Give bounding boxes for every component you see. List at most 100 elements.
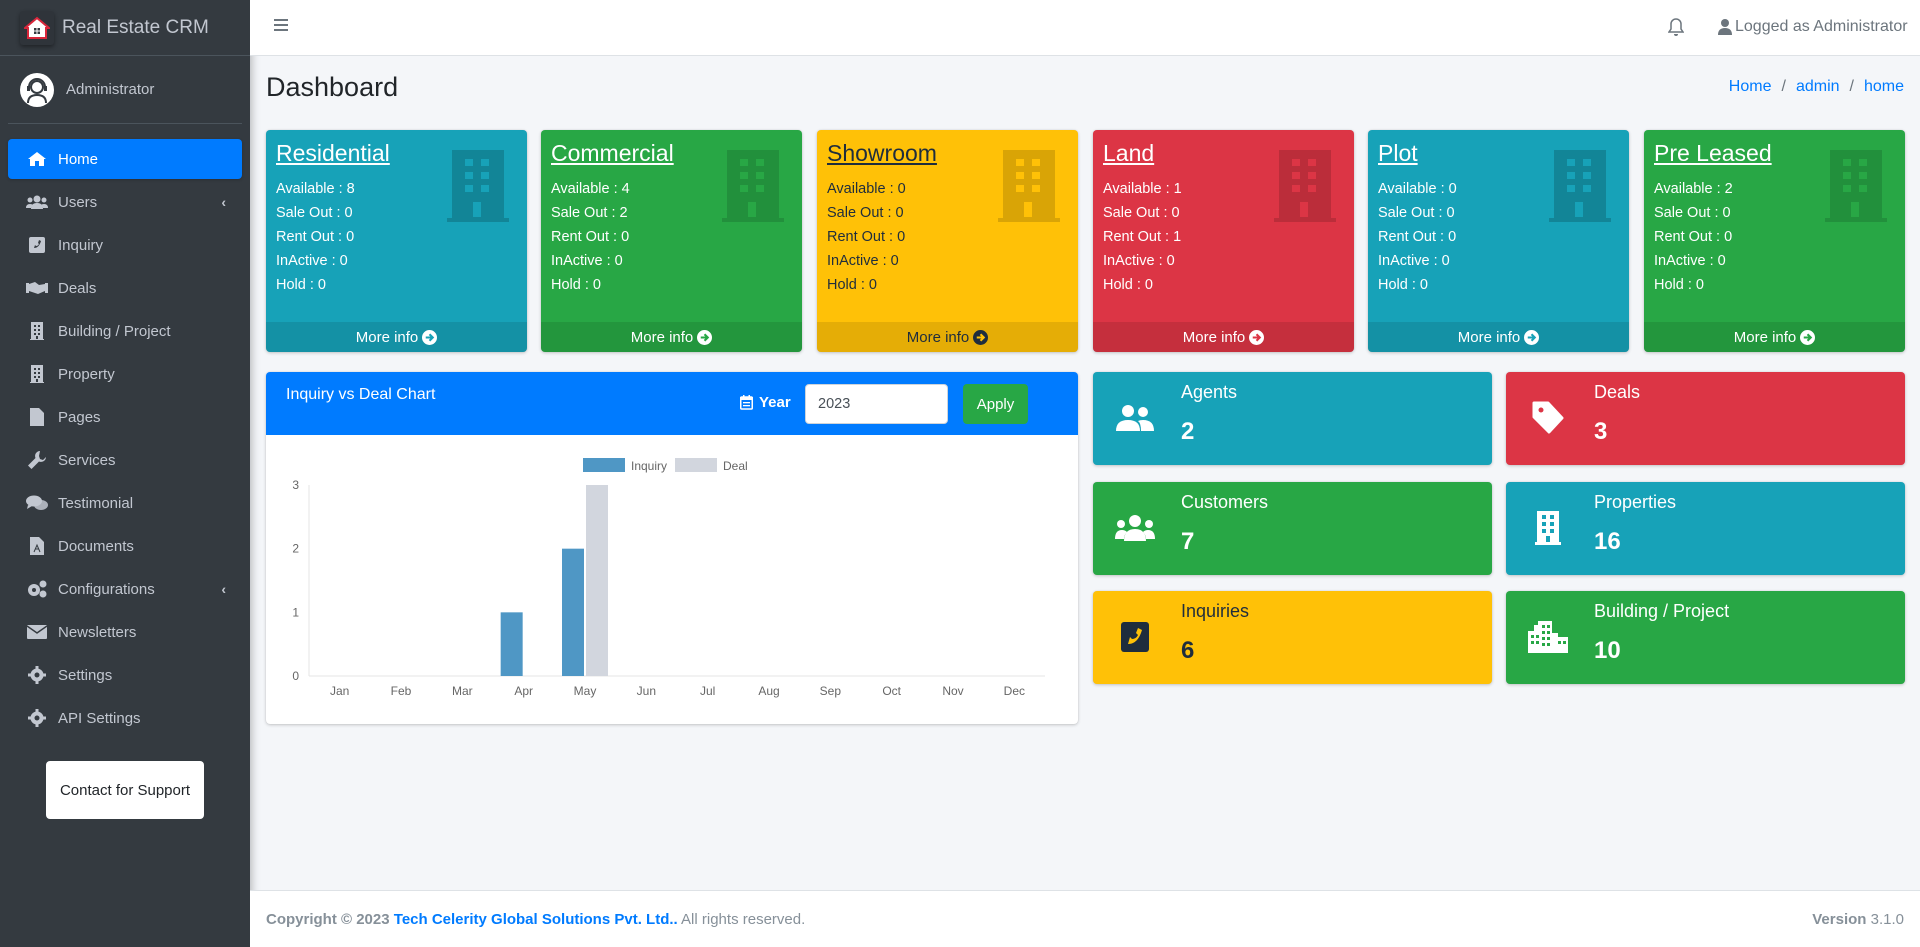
property-stat-inactive: InActive : 0 xyxy=(1654,253,1726,269)
avatar xyxy=(20,72,54,107)
apply-button[interactable]: Apply xyxy=(963,384,1028,424)
building-icon xyxy=(447,150,509,226)
comments-icon xyxy=(26,494,48,512)
sidebar-nav: Home Users ‹ Inquiry Deals Building / Pr… xyxy=(0,124,250,738)
property-stat-hold: Hold : 0 xyxy=(551,277,601,293)
more-info-label: More info xyxy=(630,328,694,346)
arrow-circle-right-icon xyxy=(973,329,989,345)
building-icon xyxy=(1526,510,1570,546)
sidebar-item-label: Newsletters xyxy=(58,623,137,641)
user-panel[interactable]: Administrator xyxy=(8,56,242,124)
info-box-label: Deals xyxy=(1594,382,1641,402)
more-info-label: More info xyxy=(1457,328,1521,346)
more-info-label: More info xyxy=(355,328,419,346)
x-tick-label: Apr xyxy=(514,684,533,698)
building-icon xyxy=(26,365,48,383)
breadcrumb-home[interactable]: Home xyxy=(1729,78,1772,96)
company-link[interactable]: Tech Celerity Global Solutions Pvt. Ltd.… xyxy=(394,911,678,928)
property-box-title[interactable]: Commercial xyxy=(551,140,674,167)
property-stat-hold: Hold : 0 xyxy=(827,277,877,293)
sidebar-item-api-settings[interactable]: API Settings xyxy=(8,698,242,738)
home-icon xyxy=(26,150,48,168)
property-stat-rent-out: Rent Out : 0 xyxy=(1654,229,1733,245)
sidebar-item-documents[interactable]: Documents xyxy=(8,526,242,566)
sidebar-item-configurations[interactable]: Configurations ‹ xyxy=(8,569,242,609)
property-box-title[interactable]: Residential xyxy=(276,140,390,167)
y-tick-label: 3 xyxy=(292,478,299,492)
sidebar-item-testimonial[interactable]: Testimonial xyxy=(8,483,242,523)
info-box-value: 6 xyxy=(1181,637,1195,664)
sidebar-item-label: Settings xyxy=(58,666,113,684)
menu-toggle-icon[interactable] xyxy=(274,19,288,32)
info-box-value: 16 xyxy=(1594,528,1621,555)
sidebar-item-label: Services xyxy=(58,451,116,469)
legend-label-deal: Deal xyxy=(723,459,748,473)
year-label: Year xyxy=(740,394,791,411)
sidebar-item-label: Inquiry xyxy=(58,236,104,254)
sidebar-item-pages[interactable]: Pages xyxy=(8,397,242,437)
sidebar-item-label: Pages xyxy=(58,408,101,426)
building-icon xyxy=(1549,150,1611,226)
users-icon xyxy=(26,193,48,211)
cog-icon xyxy=(26,709,48,727)
property-box-showroom: Showroom Available : 0 Sale Out : 0 Rent Ou… xyxy=(817,130,1078,352)
sidebar-item-building-project[interactable]: Building / Project xyxy=(8,311,242,351)
users-icon xyxy=(1113,510,1157,546)
property-stat-inactive: InActive : 0 xyxy=(276,253,348,269)
more-info-link[interactable]: More info xyxy=(266,322,527,352)
sidebar-item-inquiry[interactable]: Inquiry xyxy=(8,225,242,265)
handshake-icon xyxy=(26,279,48,297)
property-box-title[interactable]: Pre Leased xyxy=(1654,140,1772,167)
sidebar-item-services[interactable]: Services xyxy=(8,440,242,480)
building-icon xyxy=(26,322,48,340)
sidebar-item-deals[interactable]: Deals xyxy=(8,268,242,308)
property-stat-rent-out: Rent Out : 0 xyxy=(551,229,630,245)
sidebar-item-home[interactable]: Home xyxy=(8,139,242,179)
info-box-value: 7 xyxy=(1181,528,1195,555)
wrench-icon xyxy=(26,451,48,469)
phone-square-icon xyxy=(26,236,48,254)
y-tick-label: 2 xyxy=(292,542,299,556)
more-info-link[interactable]: More info xyxy=(1644,322,1905,352)
sidebar-item-label: Documents xyxy=(58,537,134,555)
more-info-link[interactable]: More info xyxy=(541,322,802,352)
sidebar-item-newsletters[interactable]: Newsletters xyxy=(8,612,242,652)
property-box-plot: Plot Available : 0 Sale Out : 0 Rent Out : … xyxy=(1368,130,1629,352)
user-menu[interactable]: Logged as Administrator xyxy=(1718,18,1908,36)
more-info-link[interactable]: More info xyxy=(1093,322,1354,352)
breadcrumb-admin[interactable]: admin xyxy=(1796,78,1840,96)
info-box-value: 10 xyxy=(1594,637,1621,664)
year-input[interactable] xyxy=(805,384,948,424)
property-box-title[interactable]: Land xyxy=(1103,140,1154,167)
property-box-title[interactable]: Showroom xyxy=(827,140,937,167)
info-box-building-project: Building / Project 10 xyxy=(1506,591,1905,684)
x-tick-label: Jan xyxy=(330,684,349,698)
logged-as-text: Logged as Administrator xyxy=(1735,18,1908,35)
y-tick-label: 0 xyxy=(292,669,299,683)
sidebar-item-property[interactable]: Property xyxy=(8,354,242,394)
file-pdf-icon xyxy=(26,537,48,555)
sidebar-item-settings[interactable]: Settings xyxy=(8,655,242,695)
bar-deal-may xyxy=(586,485,608,676)
contact-support-button[interactable]: Contact for Support xyxy=(46,761,204,819)
property-stat-inactive: InActive : 0 xyxy=(1103,253,1175,269)
property-stat-inactive: InActive : 0 xyxy=(551,253,623,269)
property-stat-hold: Hold : 0 xyxy=(1654,277,1704,293)
legend-label-inquiry: Inquiry xyxy=(631,459,667,473)
arrow-circle-right-icon xyxy=(422,329,438,345)
breadcrumb-current[interactable]: home xyxy=(1864,78,1904,96)
brand-link[interactable]: Real Estate CRM xyxy=(0,0,250,56)
phone-square-icon xyxy=(1113,619,1157,655)
property-stat-inactive: InActive : 0 xyxy=(1378,253,1450,269)
more-info-link[interactable]: More info xyxy=(1368,322,1629,352)
property-box-title[interactable]: Plot xyxy=(1378,140,1418,167)
property-stat-hold: Hold : 0 xyxy=(1378,277,1428,293)
more-info-link[interactable]: More info xyxy=(817,322,1078,352)
arrow-circle-right-icon xyxy=(1249,329,1265,345)
sidebar-item-users[interactable]: Users ‹ xyxy=(8,182,242,222)
topbar: Logged as Administrator xyxy=(250,0,1920,56)
copyright: Copyright © 2023 Tech Celerity Global So… xyxy=(266,911,805,928)
bell-icon[interactable] xyxy=(1667,18,1685,40)
user-icon xyxy=(1718,19,1732,35)
breadcrumb-separator: / xyxy=(1849,78,1854,95)
